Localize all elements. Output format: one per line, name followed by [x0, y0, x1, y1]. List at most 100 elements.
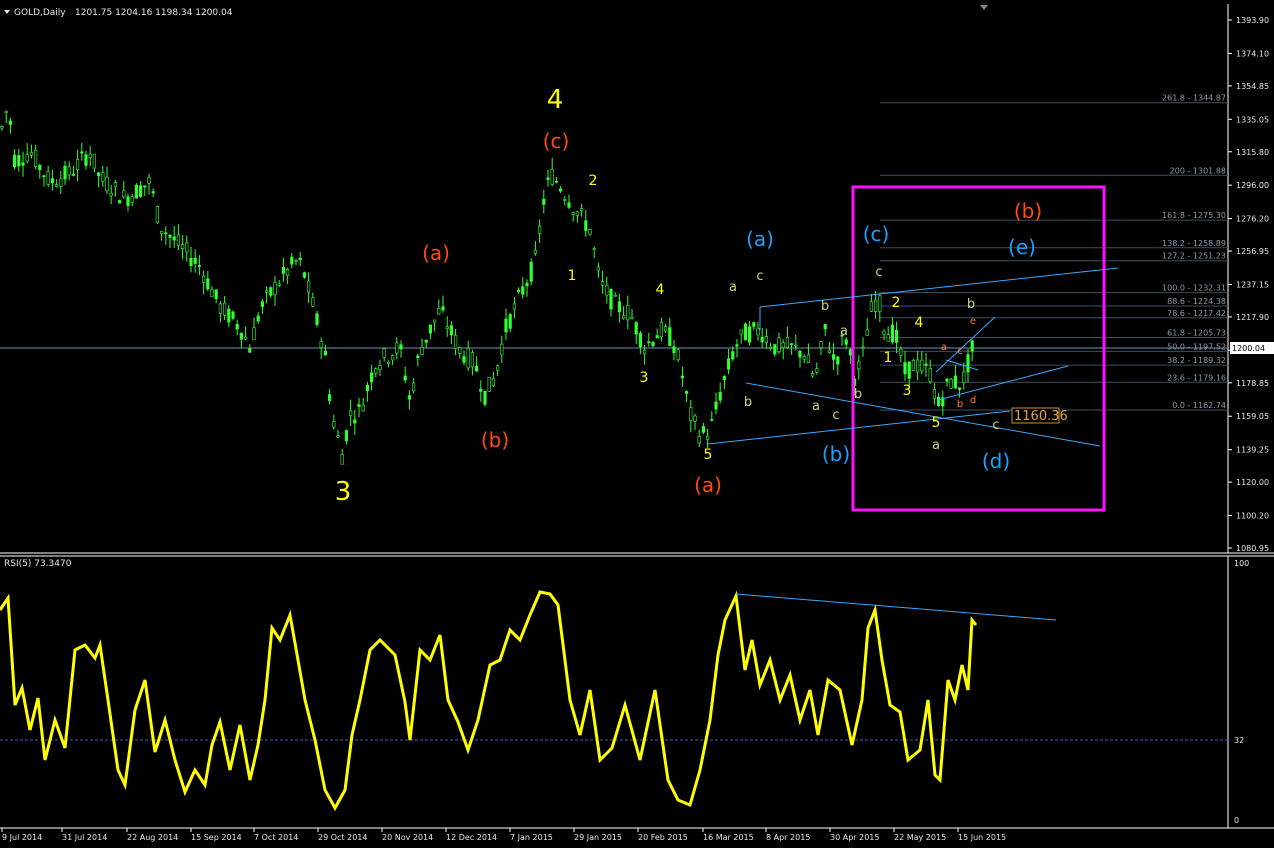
wave-label: d [970, 395, 976, 406]
price-axis-label: 1374.10 [1236, 49, 1269, 58]
candle-body [810, 373, 815, 377]
time-axis-label: 16 Mar 2015 [703, 833, 754, 842]
candle-body [714, 401, 718, 410]
rsi-top-label: 100 [1234, 559, 1249, 568]
fib-level-label: 161.8 - 1275.30 [1162, 211, 1226, 220]
candle-body [521, 286, 525, 295]
candle-body [248, 348, 252, 353]
candle-body [235, 324, 239, 330]
candle-body [668, 327, 672, 346]
candle-body [579, 208, 584, 212]
candle-body [277, 283, 281, 286]
wave-label: c [957, 346, 963, 357]
candle-body [13, 154, 17, 168]
rsi-level-label: 32 [1234, 736, 1244, 745]
candle-body [33, 149, 38, 167]
candle-body [672, 346, 676, 354]
candle-body [815, 368, 819, 373]
candle-body [550, 169, 554, 185]
price-axis-label: 1335.05 [1236, 115, 1269, 124]
candle-body [390, 355, 395, 361]
symbol-label: GOLD,Daily [14, 8, 66, 18]
wave-label: b [821, 299, 829, 314]
candle-body [890, 324, 894, 343]
candle-body [399, 344, 403, 350]
candle-body [529, 261, 533, 282]
candle-body [697, 436, 701, 444]
fib-level-label: 127.2 - 1251.23 [1162, 252, 1226, 261]
candle-body [336, 435, 340, 438]
candle-body [256, 315, 260, 322]
candle-body [403, 375, 407, 381]
candle-body [76, 159, 80, 170]
candle-body [819, 341, 823, 348]
candle-body [567, 202, 571, 208]
candle-body [353, 419, 357, 424]
candle-body [202, 275, 206, 283]
candle-body [495, 365, 500, 371]
candle-body [903, 362, 907, 375]
candle-body [361, 404, 365, 412]
candle-body [458, 347, 462, 354]
candle-body [285, 269, 290, 276]
candle-body [962, 371, 966, 384]
candle-body [67, 166, 71, 176]
price-axis-label: 1393.90 [1236, 16, 1269, 25]
candle-body [139, 185, 143, 197]
candle-body [575, 211, 579, 216]
candle-body [726, 358, 731, 370]
candle-body [344, 430, 349, 442]
candle-body [768, 347, 773, 349]
candle-body [844, 339, 848, 345]
wave-label: a [932, 438, 940, 453]
candle-body [181, 244, 185, 249]
fib-level-label: 78.6 - 1217.42 [1167, 309, 1226, 318]
candle-body [663, 326, 668, 332]
candle-body [831, 354, 836, 360]
candle-body [113, 182, 117, 188]
candle-body [613, 294, 617, 297]
candle-body [722, 376, 726, 381]
candle-body [588, 229, 592, 235]
candle-body [38, 165, 42, 171]
candle-body [676, 349, 680, 361]
candle-body [659, 321, 663, 338]
candle-body [869, 301, 873, 312]
candle-body [185, 242, 189, 253]
candle-body [827, 349, 831, 353]
candle-body [747, 326, 752, 343]
candle-body [508, 314, 512, 329]
candle-body [17, 155, 21, 167]
candle-body [516, 289, 521, 293]
time-axis-label: 7 Jan 2015 [510, 833, 553, 842]
candle-body [466, 347, 470, 369]
fib-level-label: 261.8 - 1344.87 [1162, 94, 1226, 103]
candle-body [365, 385, 370, 391]
fib-level-label: 0.0 - 1162.74 [1172, 401, 1226, 410]
fib-level-label: 38.2 - 1189.32 [1167, 356, 1226, 365]
candle-body [693, 415, 697, 422]
wave-label: (b) [481, 428, 509, 452]
time-axis-label: 15 Sep 2014 [191, 833, 242, 842]
price-axis-label: 1139.25 [1236, 446, 1269, 455]
candle-body [210, 289, 214, 297]
candle-body [231, 311, 235, 319]
price-axis-label: 1159.05 [1236, 412, 1269, 421]
candle-body [29, 152, 34, 156]
wave-label: (e) [1008, 235, 1036, 259]
candle-body [46, 170, 50, 185]
fib-level-label: 23.6 - 1179.16 [1167, 373, 1226, 382]
candle-body [118, 200, 122, 204]
candle-body [453, 335, 458, 349]
candle-body [449, 325, 454, 336]
candle-body [928, 368, 932, 382]
candle-body [756, 328, 760, 336]
candle-body [735, 344, 739, 347]
candle-body [323, 350, 328, 356]
wave-label: b [967, 297, 975, 312]
price-axis-label: 1120.00 [1236, 478, 1269, 487]
candle-body [802, 356, 806, 360]
time-axis-label: 7 Oct 2014 [254, 833, 298, 842]
candle-body [504, 318, 508, 333]
candle-body [348, 410, 353, 417]
